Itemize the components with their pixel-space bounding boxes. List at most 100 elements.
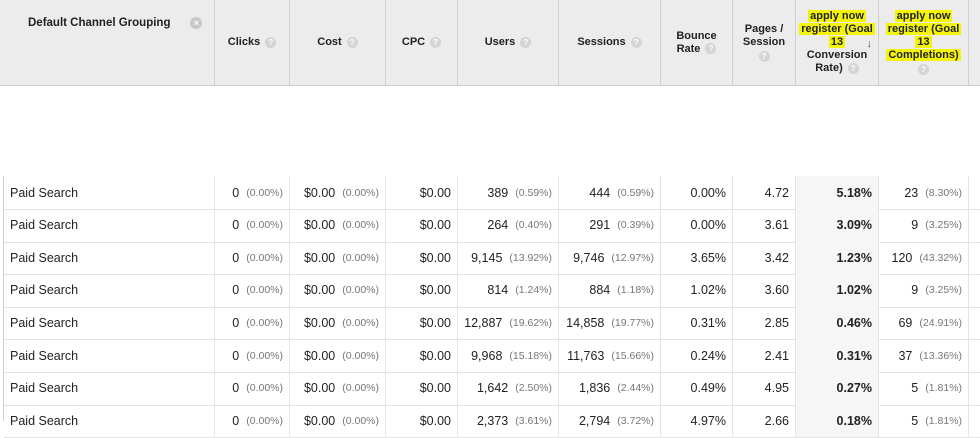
- help-icon[interactable]: ?: [520, 37, 532, 48]
- help-icon[interactable]: ?: [346, 37, 358, 48]
- cell-overflow: [968, 339, 980, 372]
- header-cpc[interactable]: CPC?: [385, 0, 457, 85]
- cell-overflow: [968, 371, 980, 405]
- cell-percentage: (3.25%): [925, 284, 962, 297]
- header-bounce-rate[interactable]: Bounce Rate?: [660, 0, 732, 85]
- help-icon[interactable]: ?: [705, 43, 717, 55]
- cell-value: 14,858: [566, 315, 605, 330]
- cell-pages: 3.42: [732, 241, 795, 275]
- cell-name[interactable]: Paid Search: [4, 274, 214, 307]
- cell-name[interactable]: Paid Search: [4, 306, 214, 339]
- table-row[interactable]: Paid Search 0 (0.00%) $0.00 (0.00%) $0.00 9,96…: [4, 339, 980, 373]
- cell-value: $0.00: [419, 315, 451, 330]
- cell-bounce: 0.00%: [660, 176, 732, 209]
- cell-cpc: $0.00: [385, 371, 457, 405]
- cell-value: $0.00: [419, 381, 451, 396]
- cell-name[interactable]: Paid Search: [4, 339, 214, 372]
- cell-name[interactable]: Paid Search: [4, 372, 214, 405]
- cell-percentage: (13.92%): [509, 251, 552, 264]
- table-row[interactable]: Paid Search 0 (0.00%) $0.00 (0.00%) $0.00 12,8…: [4, 306, 980, 341]
- cell-percentage: (19.62%): [509, 316, 552, 329]
- header-cost[interactable]: Cost?: [289, 0, 385, 85]
- cell-percentage: (0.00%): [342, 251, 379, 264]
- cell-value: 120: [891, 250, 913, 265]
- cell-value: Paid Search: [10, 315, 79, 330]
- cell-cost: $0.00 (0.00%): [289, 371, 385, 405]
- cell-percentage: (0.00%): [342, 349, 379, 362]
- cell-value: 0: [232, 250, 240, 265]
- cell-percentage: (0.40%): [515, 219, 552, 232]
- header-pages-session[interactable]: Pages / Session ?: [732, 0, 795, 85]
- cell-cost: $0.00 (0.00%): [289, 306, 385, 340]
- header-default-channel-grouping[interactable]: Default Channel Grouping ×: [4, 0, 214, 85]
- cell-value: 389: [487, 185, 509, 200]
- cell-value: 23: [904, 185, 919, 200]
- cell-name[interactable]: Paid Search: [4, 241, 214, 274]
- cell-cpc: $0.00: [385, 339, 457, 372]
- cell-bounce: 0.00%: [660, 208, 732, 242]
- header-users[interactable]: Users?: [457, 0, 558, 85]
- header-label-line: Completions): [886, 49, 961, 61]
- cell-value: 2.85: [764, 315, 789, 330]
- cell-cpc: $0.00: [385, 176, 457, 209]
- remove-dimension-icon[interactable]: ×: [190, 17, 203, 29]
- table-row[interactable]: Paid Search 0 (0.00%) $0.00 (0.00%) $0.00 2,37…: [4, 404, 980, 438]
- cell-overflow: [968, 176, 980, 209]
- help-icon[interactable]: ?: [265, 37, 277, 48]
- cell-value: $0.00: [303, 218, 336, 233]
- cell-value: 37: [898, 348, 913, 363]
- header-label-line: register (Goal: [799, 23, 875, 35]
- cell-percentage: (0.00%): [246, 382, 283, 395]
- cell-pages: 2.85: [732, 306, 795, 340]
- header-sessions[interactable]: Sessions?: [558, 0, 660, 85]
- cell-clicks: 0 (0.00%): [214, 306, 289, 340]
- help-icon[interactable]: ?: [630, 37, 642, 48]
- cell-value: 3.61: [764, 218, 789, 233]
- cell-bounce: 0.31%: [660, 306, 732, 340]
- cell-name[interactable]: Paid Search: [4, 209, 214, 242]
- header-label-line: apply now: [894, 10, 953, 22]
- cell-pages: 3.60: [732, 273, 795, 307]
- table-row[interactable]: Paid Search 0 (0.00%) $0.00 (0.00%) $0.00 389 (…: [4, 176, 980, 210]
- header-label: Default Channel Grouping: [28, 17, 171, 29]
- cell-percentage: (1.81%): [925, 382, 962, 395]
- cell-overflow: [968, 208, 980, 242]
- help-icon[interactable]: ?: [758, 51, 770, 62]
- table-row[interactable]: Paid Search 0 (0.00%) $0.00 (0.00%) $0.00 814 (…: [4, 273, 980, 308]
- cell-percentage: (2.44%): [617, 382, 654, 395]
- cell-percentage: (24.91%): [919, 316, 962, 329]
- cell-overflow: [968, 306, 980, 340]
- cell-name[interactable]: Paid Search: [4, 176, 214, 209]
- cell-users: 814 (1.24%): [457, 273, 558, 307]
- header-label-line: Rate: [676, 42, 701, 55]
- cell-conv-rate: 1.02%: [795, 273, 878, 307]
- help-icon[interactable]: ?: [430, 37, 442, 48]
- cell-value: 2.41: [764, 348, 789, 363]
- header-label-line: 13: [915, 36, 932, 48]
- sort-descending-icon[interactable]: ↓: [867, 38, 873, 51]
- cell-percentage: (13.36%): [919, 349, 962, 362]
- cell-value: $0.00: [303, 250, 336, 265]
- help-icon[interactable]: ?: [847, 62, 859, 74]
- table-row[interactable]: Paid Search 0 (0.00%) $0.00 (0.00%) $0.00 264 (…: [4, 208, 980, 243]
- cell-percentage: (1.18%): [617, 284, 654, 297]
- cell-value: 9: [911, 283, 919, 298]
- table-row[interactable]: Paid Search 0 (0.00%) $0.00 (0.00%) $0.00 9,14…: [4, 241, 980, 276]
- cell-cpc: $0.00: [385, 306, 457, 340]
- cell-completions: 37 (13.36%): [878, 339, 968, 372]
- header-goal-conversion-rate[interactable]: apply now register (Goal 13 Conversion R…: [795, 0, 878, 85]
- cell-value: $0.00: [419, 250, 451, 265]
- help-icon[interactable]: ?: [918, 64, 929, 75]
- cell-percentage: (0.00%): [342, 186, 379, 199]
- cell-value: 0: [232, 381, 240, 396]
- table-row[interactable]: Paid Search 0 (0.00%) $0.00 (0.00%) $0.00 1,64…: [4, 371, 980, 406]
- header-clicks[interactable]: Clicks?: [214, 0, 289, 85]
- cell-value: 0.31%: [690, 315, 726, 330]
- cell-sessions: 11,763 (15.66%): [558, 339, 660, 372]
- cell-conv-rate: 0.46%: [795, 306, 878, 340]
- cell-completions: 120 (43.32%): [878, 241, 968, 275]
- cell-percentage: (8.30%): [925, 186, 962, 199]
- cell-bounce: 3.65%: [660, 241, 732, 275]
- header-goal-completions[interactable]: apply now register (Goal 13 Completions)…: [878, 0, 968, 85]
- cell-completions: 23 (8.30%): [878, 176, 968, 209]
